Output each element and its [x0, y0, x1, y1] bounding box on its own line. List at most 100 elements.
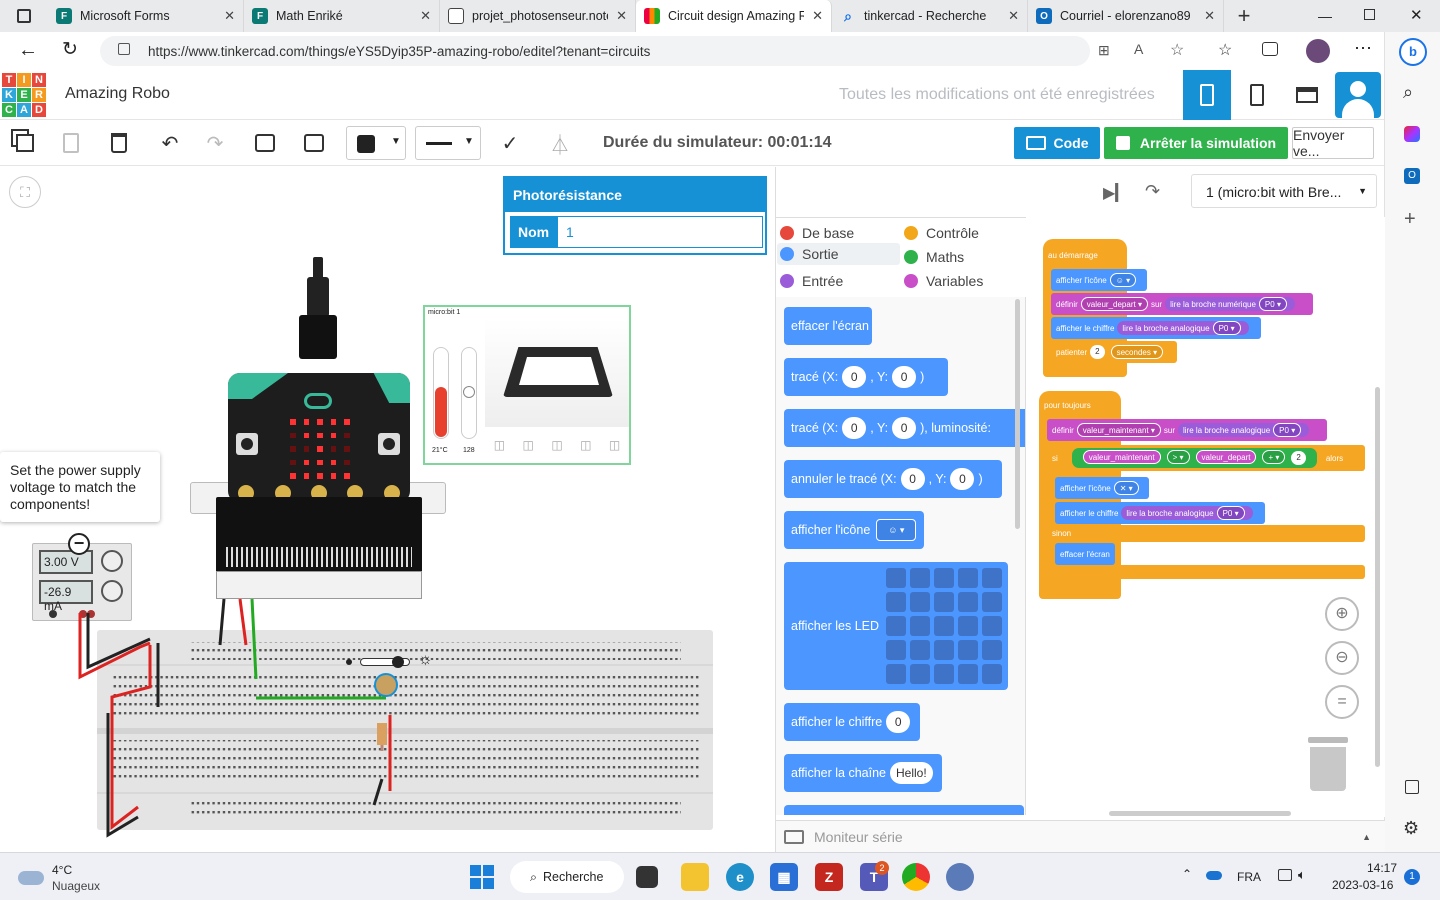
variable-dropdown[interactable]: valeur_depart	[1087, 300, 1136, 309]
close-icon[interactable]: ✕	[1204, 8, 1215, 24]
palette-block-show-string[interactable]: afficher la chaîne Hello!	[784, 754, 942, 792]
chrome-icon[interactable]	[902, 863, 930, 891]
x-input[interactable]: 0	[842, 366, 867, 388]
variable-dropdown[interactable]: valeur_maintenant	[1083, 426, 1149, 435]
palette-scrollbar[interactable]	[1015, 299, 1020, 529]
browser-tab[interactable]: F Math Enriké ✕	[244, 0, 440, 32]
wire-type-dropdown[interactable]: ▼	[415, 126, 481, 160]
resistor[interactable]	[377, 723, 387, 745]
operator-dropdown[interactable]: > ▾	[1166, 450, 1190, 464]
apps-icon[interactable]: ⊞	[1098, 42, 1110, 59]
tab-actions-icon[interactable]	[0, 0, 48, 32]
add-icon[interactable]: +	[1404, 208, 1416, 231]
device-select[interactable]: 1 (micro:bit with Bre... ▼	[1191, 174, 1377, 208]
new-tab-icon[interactable]: +	[1224, 3, 1264, 29]
led-grid-editor[interactable]	[884, 566, 1004, 686]
show-icon-block[interactable]: afficher l'icône ✕ ▾	[1055, 477, 1149, 499]
refresh-icon[interactable]: ↻	[62, 38, 78, 61]
weather-widget[interactable]: 4°C Nuageux	[18, 861, 138, 893]
notification-badge[interactable]: 1	[1404, 869, 1420, 885]
user-avatar[interactable]	[1335, 72, 1381, 118]
zoom-in-button[interactable]: ⊕	[1325, 597, 1359, 631]
close-icon[interactable]: ✕	[420, 8, 431, 24]
pin-dropdown[interactable]: P0	[1279, 426, 1289, 435]
notes-visibility-icon[interactable]	[299, 128, 329, 158]
tinkercad-logo[interactable]: T I N K E R C A D	[2, 73, 46, 117]
more-icon[interactable]: ⋯	[1354, 38, 1372, 59]
browser-tab[interactable]: projet_photosenseur.note ✕	[440, 0, 636, 32]
light-level-slider[interactable]	[461, 347, 477, 439]
tilt-icon[interactable]: ◫	[580, 438, 591, 452]
component-list-button[interactable]	[1283, 70, 1331, 120]
paste-icon[interactable]	[56, 128, 86, 158]
category-input[interactable]: Entrée	[780, 270, 900, 292]
number-input[interactable]: 2	[1291, 451, 1306, 465]
read-aloud-icon[interactable]: A	[1134, 41, 1143, 57]
microbit[interactable]	[228, 373, 410, 503]
icon-picker[interactable]: ☺ ▾	[876, 519, 917, 541]
chevron-up-icon[interactable]: ⌃	[1182, 867, 1192, 881]
clock-time[interactable]: 14:17	[1367, 861, 1397, 875]
pause-input[interactable]: 2	[1090, 345, 1105, 359]
trash-icon[interactable]	[1308, 737, 1348, 791]
tilt-icon[interactable]: ◫	[523, 438, 534, 452]
set-variable-block[interactable]: définir valeur_maintenant ▾ sur lire la bro…	[1047, 419, 1327, 441]
copy-icon[interactable]	[10, 128, 40, 158]
string-input[interactable]: Hello!	[889, 762, 933, 784]
x-input[interactable]: 0	[842, 417, 867, 439]
workspace-hscrollbar[interactable]	[1109, 811, 1291, 816]
close-icon[interactable]: ✕	[616, 8, 627, 24]
button-a[interactable]	[236, 433, 258, 455]
volume-icon[interactable]: 🔈︎	[1298, 867, 1306, 883]
pin-dropdown[interactable]: P0	[1223, 509, 1233, 518]
circuit-canvas[interactable]: ⛶ Photorésistance Nom 1 Set the power su…	[0, 167, 775, 852]
serial-monitor-bar[interactable]: Moniteur série ▲	[776, 820, 1385, 852]
category-control[interactable]: Contrôle	[904, 222, 1024, 244]
office-icon[interactable]	[1404, 126, 1420, 142]
temperature-slider[interactable]	[433, 347, 449, 439]
set-variable-block[interactable]: définir valeur_depart ▾ sur lire la broche …	[1051, 293, 1313, 315]
palette-block-clear-screen[interactable]: effacer l'écran	[784, 307, 872, 345]
language-indicator[interactable]: FRA	[1237, 870, 1261, 884]
browser-tab-active[interactable]: Circuit design Amazing R ✕	[636, 0, 832, 32]
x-input[interactable]: 0	[900, 468, 925, 490]
operator-dropdown[interactable]: + ▾	[1262, 450, 1286, 464]
redo-icon[interactable]: ↷	[200, 128, 230, 158]
photoresistor[interactable]	[374, 673, 398, 697]
show-icon-block[interactable]: afficher l'icône ☺ ▾	[1051, 269, 1147, 291]
y-input[interactable]: 0	[892, 417, 917, 439]
bing-icon[interactable]: b	[1399, 38, 1427, 66]
palette-block-show-leds[interactable]: afficher les LED	[784, 562, 1008, 690]
profile-avatar[interactable]	[1306, 39, 1330, 63]
light-slider[interactable]	[346, 656, 412, 668]
y-input[interactable]: 0	[892, 366, 917, 388]
globe-icon[interactable]	[946, 863, 974, 891]
show-number-block[interactable]: afficher le chiffre lire la broche analog…	[1051, 317, 1261, 339]
reset-zoom-button[interactable]: =	[1325, 685, 1359, 719]
send-to-button[interactable]: Envoyer ve...	[1292, 127, 1374, 159]
gesture-buttons[interactable]: ◫ ◫ ◫ ◫ ◫	[485, 431, 629, 459]
category-output[interactable]: Sortie	[777, 243, 900, 265]
workspace-vscrollbar[interactable]	[1375, 387, 1380, 767]
zoom-out-button[interactable]: ⊖	[1325, 641, 1359, 675]
flip-icon[interactable]: ⏃	[545, 128, 575, 158]
taskbar-search[interactable]: ⌕ Recherche	[510, 861, 624, 893]
debug-icon[interactable]: ↷	[1145, 181, 1160, 202]
close-icon[interactable]: ✕	[1008, 8, 1019, 24]
close-window-icon[interactable]: ✕	[1410, 6, 1423, 24]
palette-block-show-number[interactable]: afficher le chiffre 0	[784, 703, 920, 741]
add-favorite-icon[interactable]: ☆	[1170, 40, 1184, 60]
undo-icon[interactable]: ↶	[155, 128, 185, 158]
back-icon[interactable]: ←	[18, 39, 38, 62]
browser-tab[interactable]: F Microsoft Forms ✕	[48, 0, 244, 32]
palette-block-plot-brightness[interactable]: tracé (X: 0, Y: 0), luminosité:	[784, 409, 1025, 447]
note-icon[interactable]	[250, 128, 280, 158]
browser-tab[interactable]: ⌕ tinkercad - Recherche ✕	[832, 0, 1028, 32]
shake-icon[interactable]: ◫	[494, 438, 505, 452]
design-title[interactable]: Amazing Robo	[65, 85, 170, 103]
code-workspace[interactable]: au démarrage afficher l'icône ☺ ▾ définir…	[1027, 217, 1385, 817]
color-dropdown[interactable]: ▼	[346, 126, 406, 160]
browser-tab[interactable]: O Courriel - elorenzano89 ✕	[1028, 0, 1224, 32]
search-icon[interactable]: ⌕	[1403, 82, 1413, 103]
clear-screen-block[interactable]: effacer l'écran	[1055, 543, 1115, 565]
